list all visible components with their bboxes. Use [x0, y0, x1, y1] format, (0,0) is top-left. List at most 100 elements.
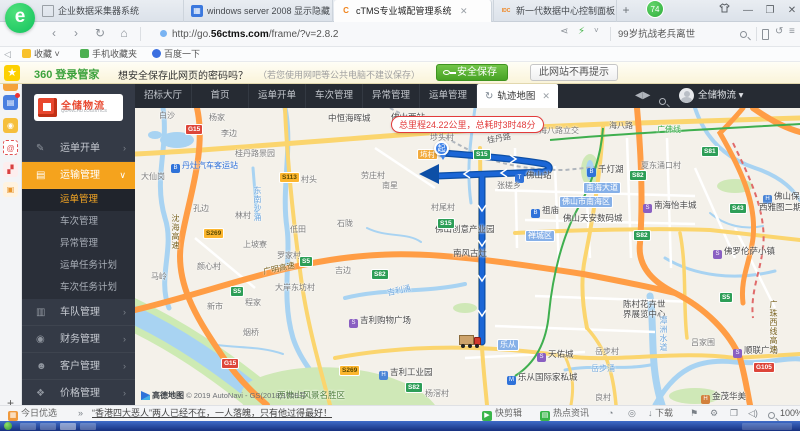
feeds-icon[interactable]: ▤	[3, 95, 18, 110]
expand-icon[interactable]: »	[78, 407, 83, 420]
browser-tab-bar: 企业数据采集器系统 ▦ windows server 2008 显示隐藏 C c…	[0, 0, 800, 22]
browser-tab[interactable]: ▦ windows server 2008 显示隐藏	[185, 0, 333, 22]
sidebar-subitem[interactable]: 异常管理	[22, 233, 135, 255]
sidebar-item[interactable]: ☻客户管理›	[22, 353, 135, 380]
app-nav-tab[interactable]: 异常管理	[363, 84, 420, 108]
truck-icon[interactable]	[459, 335, 483, 349]
map-label: 村尾村	[431, 203, 455, 212]
refresh-icon[interactable]: ↻	[92, 26, 108, 40]
speaker-icon[interactable]: ◁)	[748, 407, 758, 420]
sidebar-item[interactable]: ▥车队管理›	[22, 299, 135, 326]
map-label: 南风古灶	[453, 249, 487, 258]
game-icon[interactable]: ▞	[3, 162, 18, 177]
close-button[interactable]: ✕	[784, 3, 800, 19]
sidebar-item[interactable]: ▤运输管理∨	[22, 162, 135, 189]
add-panel-icon[interactable]: +	[3, 396, 18, 405]
start-orb-icon[interactable]	[4, 422, 12, 430]
download-button[interactable]: ↓ 下载	[648, 407, 673, 420]
favorites-button[interactable]: 收藏 ˅	[22, 48, 60, 61]
map-label: 岳步涌	[591, 364, 615, 373]
gear-icon[interactable]: ⚙	[710, 407, 718, 420]
flag-icon[interactable]: ⚑	[690, 407, 698, 420]
user-menu[interactable]: 全储物流 ▾	[698, 84, 743, 108]
news-headline-link[interactable]: “香港四大恶人”两人已经不在，一人落魄，只有他过得最好！	[92, 407, 332, 420]
browser-logo[interactable]: e	[5, 3, 35, 33]
close-tab-icon[interactable]: ✕	[542, 91, 550, 101]
back-icon[interactable]: ‹	[46, 26, 62, 40]
refresh-tab-icon[interactable]: ↻	[485, 91, 493, 102]
windows-taskbar[interactable]	[0, 421, 800, 431]
tab-close-icon[interactable]: ✕	[460, 6, 468, 16]
sidebar-item[interactable]: ◉财务管理›	[22, 326, 135, 353]
map-canvas[interactable]: 白沙杨家李边中恒海晖城佛山西站埗头村桂丹路海八路立交海八路广佛线桂丹路景园B丹灶…	[135, 108, 800, 405]
pin-icon[interactable]: ◎	[628, 407, 636, 420]
window-icon[interactable]: ❐	[730, 407, 738, 420]
sidebar-item[interactable]: ✎运单开单›	[22, 135, 135, 162]
clipped-tool-icon[interactable]	[3, 84, 18, 91]
app-nav-tab[interactable]: 运单管理	[420, 84, 477, 108]
sidebar-subitem[interactable]: 运单管理	[22, 189, 135, 211]
speed-lightning-icon[interactable]: ⚡	[578, 26, 585, 37]
menu-icon[interactable]: ≡	[789, 26, 795, 37]
taskbar-item[interactable]	[60, 423, 76, 430]
tab-track-map[interactable]: ↻轨迹地图✕	[477, 84, 558, 108]
mobile-icon[interactable]	[762, 29, 769, 40]
ctms-icon: C	[340, 5, 352, 17]
sidebar-item[interactable]: ❖价格管理›	[22, 380, 135, 405]
address-bar: ‹ › ↻ ⌂ http://go.56ctms.com/frame/?v=2.…	[0, 22, 800, 47]
taskbar-item[interactable]	[40, 423, 56, 430]
speedup-badge[interactable]: 74	[646, 0, 664, 18]
hot-news-button[interactable]: ▤热点资讯	[540, 407, 589, 421]
browser-tab-active[interactable]: C cTMS专业城配管理系统 ✕	[334, 0, 492, 22]
sidebar-subitem[interactable]: 车次任务计划	[22, 277, 135, 299]
recent-icon[interactable]: ↺	[775, 26, 783, 37]
sidebar-item-label: 运单开单	[60, 143, 100, 154]
search-input[interactable]: 99岁抗战老兵离世	[618, 26, 738, 43]
map-label: 桂丹路	[486, 132, 511, 145]
skin-icon[interactable]	[716, 3, 732, 19]
share-icon[interactable]: ⋖	[560, 26, 568, 37]
quick-clip-button[interactable]: ▶快剪辑	[482, 407, 522, 421]
taskbar-item[interactable]	[80, 423, 96, 430]
save-password-button[interactable]: 安全保存	[436, 64, 508, 81]
route-start-marker[interactable]: 起	[434, 141, 449, 156]
collapse-tabs-icon[interactable]: ◀▶	[635, 84, 650, 108]
home-icon[interactable]: ⌂	[116, 26, 132, 40]
password-manager-bar: ★ 360 登录管家 想安全保存此网页的密码吗？ （若您使用网吧等公共电脑不建议…	[0, 62, 800, 84]
zoom-level[interactable]: 100%	[780, 407, 800, 420]
browser-tab[interactable]: 企业数据采集器系统	[36, 0, 184, 22]
app-nav-tab[interactable]: 招标大厅	[135, 84, 192, 108]
app-logo[interactable]: 全储物流 QUANCHU LOGISTICS	[34, 94, 123, 121]
browser-tab[interactable]: IDC 新一代数据中心控制面板	[493, 0, 617, 22]
taskbar-tray[interactable]	[742, 423, 792, 430]
app-nav-tab[interactable]: 首页	[192, 84, 249, 108]
password-save-hint: （若您使用网吧等公共电脑不建议保存）	[258, 68, 420, 81]
avatar[interactable]	[679, 88, 694, 103]
never-prompt-button[interactable]: 此网站不再提示	[530, 64, 618, 81]
search-icon[interactable]	[740, 30, 747, 41]
baidu-bookmark[interactable]: 百度一下	[152, 48, 200, 61]
chevron-down-icon[interactable]: ˅	[594, 26, 599, 35]
daily-picks-button[interactable]: ▦今日优选	[8, 407, 57, 421]
map-label: 村头	[301, 175, 317, 184]
mobile-favorites-button[interactable]: 手机收藏夹	[80, 48, 137, 61]
taskbar-item[interactable]	[20, 423, 36, 430]
wemedia-icon[interactable]: ◔	[608, 407, 613, 420]
collapse-icon[interactable]: ◁	[4, 48, 11, 61]
map-label: 桂丹路景园	[235, 149, 275, 158]
app-nav-tab[interactable]: 车次管理	[306, 84, 363, 108]
notes-icon[interactable]: ▣	[3, 182, 18, 197]
map-label: 马岭	[151, 272, 167, 281]
forward-icon[interactable]: ›	[68, 26, 84, 40]
road-badge: S15	[473, 149, 491, 160]
maximize-button[interactable]: ❐	[762, 3, 778, 19]
weibo-icon[interactable]: ◉	[3, 118, 18, 133]
sidebar-subitem[interactable]: 运单任务计划	[22, 255, 135, 277]
url-input[interactable]: http://go.56ctms.com/frame/?v=2.8.2	[160, 26, 339, 43]
sidebar-subitem[interactable]: 车次管理	[22, 211, 135, 233]
app-nav-tab[interactable]: 运单开单	[249, 84, 306, 108]
new-tab-button[interactable]: +	[618, 4, 634, 18]
minimize-button[interactable]: —	[740, 3, 756, 19]
screenshot-at-icon[interactable]: @	[3, 140, 18, 155]
play-icon: ▶	[482, 411, 492, 421]
